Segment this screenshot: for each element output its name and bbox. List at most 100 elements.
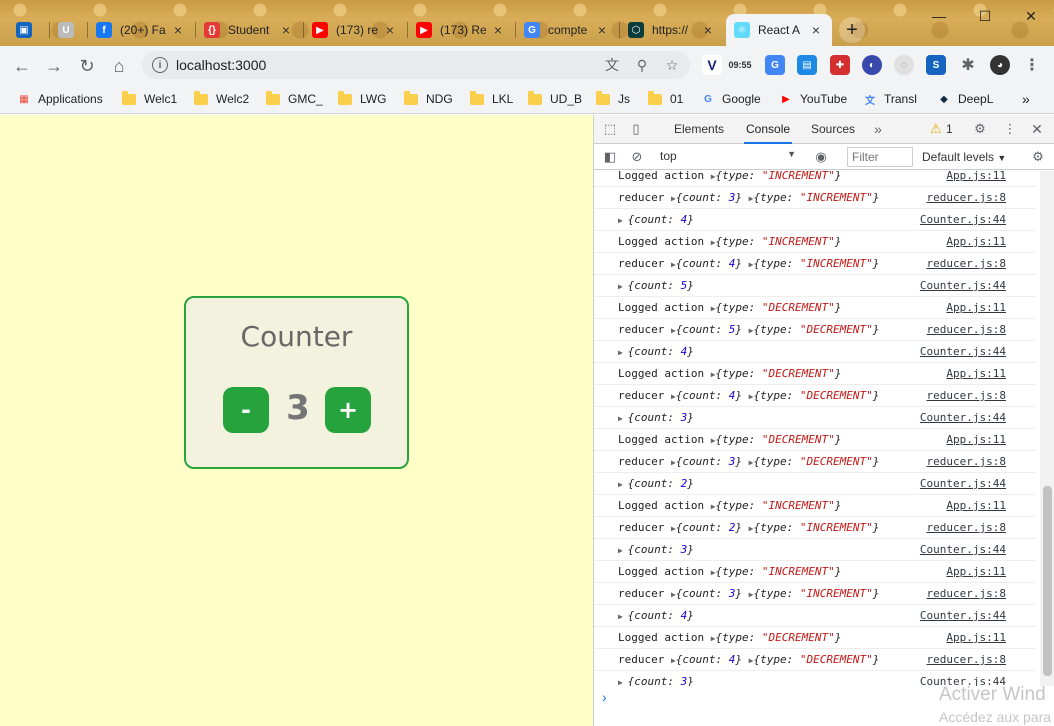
reload-button[interactable]: ↻ <box>73 52 101 80</box>
expand-triangle-icon[interactable]: ▶ <box>618 348 628 357</box>
bookmark-star-icon[interactable]: ☆ <box>660 57 684 74</box>
console-message[interactable]: Logged action ▶{type: "DECREMENT"} App.js… <box>594 429 1036 451</box>
action-object-preview[interactable]: {type: "DECREMENT"} <box>716 301 842 314</box>
more-tabs-icon[interactable]: » <box>870 121 886 137</box>
site-info-icon[interactable]: i <box>152 57 168 73</box>
console-message[interactable]: ▶ {count: 4} Counter.js:44 <box>594 605 1036 627</box>
source-link[interactable]: App.js:11 <box>946 231 1006 252</box>
log-levels-dropdown[interactable]: Default levels ▼ <box>922 150 1006 164</box>
close-tab-icon[interactable]: × <box>490 22 506 38</box>
bookmark-folder[interactable]: Js <box>596 90 630 108</box>
bookmark-deepl[interactable]: ◆ DeepL <box>936 90 993 108</box>
tab-active[interactable]: ⚛ React A × <box>726 14 832 46</box>
state-object-preview[interactable]: {count: 3} <box>676 587 749 600</box>
close-tab-icon[interactable]: × <box>278 22 294 38</box>
browser-tab[interactable]: Gcompte × <box>516 14 618 46</box>
object-preview[interactable]: {count: 3} <box>628 675 694 686</box>
browser-tab[interactable]: f (20+) Fa × <box>88 14 194 46</box>
bookmark-folder[interactable]: 01 <box>648 90 683 108</box>
console-message[interactable]: ▶ {count: 5} Counter.js:44 <box>594 275 1036 297</box>
tool-extension-icon[interactable]: ✚ <box>830 55 850 75</box>
source-link[interactable]: Counter.js:44 <box>920 539 1006 560</box>
source-link[interactable]: reducer.js:8 <box>927 649 1006 670</box>
browser-tab[interactable]: ▣ <box>8 14 48 46</box>
source-link[interactable]: Counter.js:44 <box>920 341 1006 362</box>
bookmark-google[interactable]: G Google <box>700 90 761 108</box>
browser-tab[interactable]: ⬡ https:// × <box>620 14 724 46</box>
live-expression-eye-icon[interactable]: ◉ <box>813 149 829 165</box>
action-object-preview[interactable]: {type: "DECREMENT"} <box>716 631 842 644</box>
state-object-preview[interactable]: {count: 3} <box>676 455 749 468</box>
translate-extension-icon[interactable]: G <box>765 55 785 75</box>
tab-console[interactable]: Console <box>744 115 793 144</box>
action-object-preview[interactable]: {type: "DECREMENT"} <box>754 323 880 336</box>
console-message[interactable]: ▶ {count: 3} Counter.js:44 <box>594 539 1036 561</box>
object-preview[interactable]: {count: 3} <box>628 543 694 556</box>
devtools-menu-icon[interactable]: ⋮ <box>1002 121 1018 137</box>
action-object-preview[interactable]: {type: "INCREMENT"} <box>716 171 842 182</box>
home-button[interactable]: ⌂ <box>105 52 133 80</box>
warning-count[interactable]: 1 <box>946 115 953 144</box>
expand-triangle-icon[interactable]: ▶ <box>618 612 628 621</box>
bookmark-youtube[interactable]: ▶ YouTube <box>778 90 847 108</box>
source-link[interactable]: reducer.js:8 <box>927 253 1006 274</box>
console-message[interactable]: ▶ {count: 4} Counter.js:44 <box>594 209 1036 231</box>
source-link[interactable]: App.js:11 <box>946 495 1006 516</box>
console-output[interactable]: Logged action ▶{type: "INCREMENT"} App.js… <box>594 171 1040 686</box>
close-tab-icon[interactable]: × <box>808 22 824 38</box>
browser-tab[interactable]: ▶ (173) Re × <box>408 14 514 46</box>
browser-tab[interactable]: ▶ (173) re × <box>304 14 406 46</box>
console-settings-gear-icon[interactable]: ⚙ <box>1030 149 1046 165</box>
close-tab-icon[interactable]: × <box>700 22 716 38</box>
more-bookmarks-icon[interactable]: » <box>1022 90 1030 108</box>
close-tab-icon[interactable]: × <box>170 22 186 38</box>
source-link[interactable]: Counter.js:44 <box>920 605 1006 626</box>
action-object-preview[interactable]: {type: "DECREMENT"} <box>754 389 880 402</box>
source-link[interactable]: App.js:11 <box>946 627 1006 648</box>
object-preview[interactable]: {count: 3} <box>628 411 694 424</box>
close-tab-icon[interactable]: × <box>382 22 398 38</box>
tab-elements[interactable]: Elements <box>674 115 724 144</box>
source-link[interactable]: Counter.js:44 <box>920 473 1006 494</box>
console-message[interactable]: reducer ▶{count: 4} ▶{type: "DECREMENT"}… <box>594 385 1036 407</box>
bookmark-folder[interactable]: LKL <box>470 90 513 108</box>
console-message[interactable]: reducer ▶{count: 3} ▶{type: "INCREMENT"}… <box>594 583 1036 605</box>
maximize-button[interactable]: ☐ <box>962 4 1008 28</box>
inspect-element-icon[interactable]: ⬚ <box>602 121 618 137</box>
expand-triangle-icon[interactable]: ▶ <box>618 678 628 686</box>
decrement-button[interactable]: - <box>223 387 269 433</box>
settings-gear-icon[interactable]: ⚙ <box>972 121 988 137</box>
bookmark-folder[interactable]: Welc2 <box>194 90 249 108</box>
new-tab-button[interactable]: + <box>839 17 865 43</box>
sidebar-toggle-icon[interactable]: ◧ <box>602 149 618 165</box>
bookmark-folder[interactable]: GMC_ <box>266 90 323 108</box>
browser-tab[interactable]: {} Student × <box>196 14 302 46</box>
vpn-extension-icon[interactable]: V <box>702 55 722 75</box>
url-text[interactable]: localhost:3000 <box>176 57 600 73</box>
source-link[interactable]: reducer.js:8 <box>927 451 1006 472</box>
source-link[interactable]: App.js:11 <box>946 561 1006 582</box>
source-link[interactable]: reducer.js:8 <box>927 187 1006 208</box>
console-message[interactable]: reducer ▶{count: 5} ▶{type: "DECREMENT"}… <box>594 319 1036 341</box>
action-object-preview[interactable]: {type: "INCREMENT"} <box>754 521 880 534</box>
source-link[interactable]: App.js:11 <box>946 297 1006 318</box>
zoom-icon[interactable]: ⚲ <box>630 57 654 74</box>
minimize-button[interactable]: — <box>916 4 962 28</box>
console-message[interactable]: reducer ▶{count: 3} ▶{type: "DECREMENT"}… <box>594 451 1036 473</box>
action-object-preview[interactable]: {type: "INCREMENT"} <box>754 191 880 204</box>
action-object-preview[interactable]: {type: "DECREMENT"} <box>716 433 842 446</box>
object-preview[interactable]: {count: 4} <box>628 213 694 226</box>
source-link[interactable]: reducer.js:8 <box>927 385 1006 406</box>
bookmark-folder[interactable]: LWG <box>338 90 386 108</box>
console-message[interactable]: Logged action ▶{type: "INCREMENT"} App.js… <box>594 561 1036 583</box>
source-link[interactable]: App.js:11 <box>946 171 1006 186</box>
console-message[interactable]: ▶ {count: 4} Counter.js:44 <box>594 341 1036 363</box>
console-message[interactable]: Logged action ▶{type: "INCREMENT"} App.js… <box>594 495 1036 517</box>
console-message[interactable]: Logged action ▶{type: "DECREMENT"} App.js… <box>594 297 1036 319</box>
state-object-preview[interactable]: {count: 4} <box>676 389 749 402</box>
source-link[interactable]: Counter.js:44 <box>920 275 1006 296</box>
expand-triangle-icon[interactable]: ▶ <box>618 546 628 555</box>
expand-triangle-icon[interactable]: ▶ <box>618 480 628 489</box>
console-message[interactable]: Logged action ▶{type: "DECREMENT"} App.js… <box>594 627 1036 649</box>
state-object-preview[interactable]: {count: 2} <box>676 521 749 534</box>
